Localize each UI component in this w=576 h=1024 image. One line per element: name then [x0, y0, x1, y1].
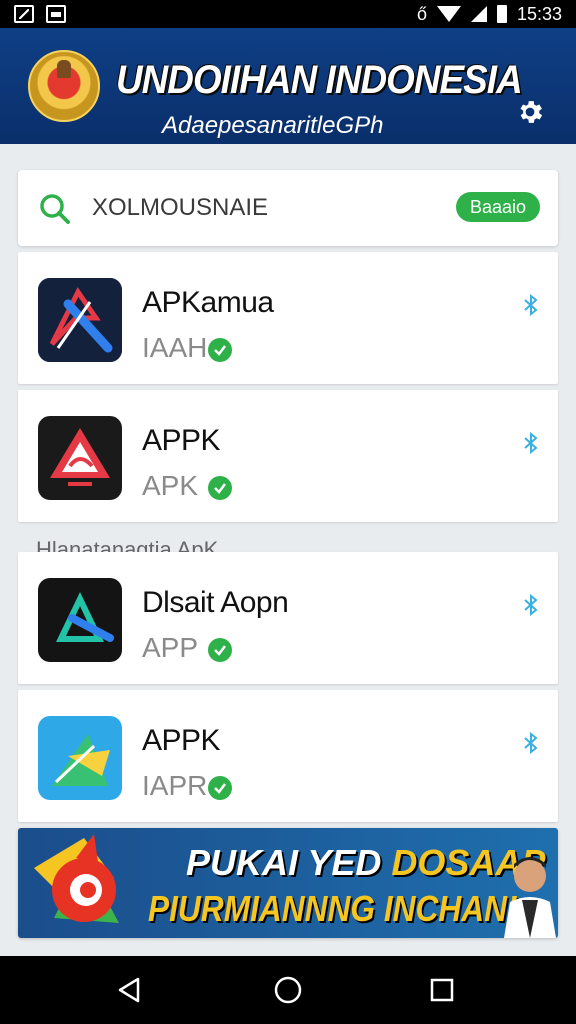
search-button[interactable]: Baaaio: [456, 192, 540, 222]
banner-headline: PUKAI YED DOSAAP: [186, 842, 546, 883]
home-button[interactable]: [272, 974, 304, 1006]
app-type: IAAH: [142, 332, 208, 363]
wifi-icon: [436, 6, 461, 22]
signal-icon: [470, 6, 487, 22]
notification-icon: [14, 5, 34, 23]
app-name: APKamua: [142, 286, 274, 319]
recents-button[interactable]: [426, 974, 458, 1006]
app-type: IAPR: [142, 770, 208, 801]
home-circle-icon: [274, 976, 302, 1004]
back-triangle-icon: [118, 977, 140, 1003]
recents-square-icon: [430, 978, 454, 1002]
app-icon: [38, 578, 122, 662]
person-photo: [504, 857, 556, 938]
back-button[interactable]: [114, 974, 146, 1006]
status-bar: ő 15:33: [0, 0, 576, 28]
app-icon: [38, 716, 122, 800]
banner-tagline: PIURMIANNNG INCHAN!: [148, 888, 518, 929]
garuda-emblem-logo: [28, 50, 100, 122]
app-type: APK: [142, 470, 199, 501]
verified-check-icon: [208, 476, 232, 500]
verified-check-icon: [208, 338, 232, 362]
app-name: APPK: [142, 424, 221, 457]
app-list-item[interactable]: Dlsait Aopn APP: [18, 552, 558, 684]
app-list-item[interactable]: APPK APK: [18, 390, 558, 522]
alarm-icon: ő: [416, 3, 427, 24]
app-list-item[interactable]: APKamua IAAH: [18, 252, 558, 384]
settings-button[interactable]: [512, 94, 548, 130]
clock: 15:33: [516, 3, 562, 24]
app-subtitle: AdaepesanaritleGPh: [162, 112, 384, 139]
verified-check-icon: [208, 638, 232, 662]
app-icon: [38, 416, 122, 500]
verified-check-icon: [208, 776, 232, 800]
search-bar: Baaaio: [18, 170, 558, 246]
app-icon: [38, 278, 122, 362]
app-header: UNDOIIHAN INDONESIA AdaepesanaritleGPh: [0, 28, 576, 144]
gallery-notification-icon: [46, 5, 66, 23]
mascot-illustration: [34, 834, 119, 923]
bluetooth-share-icon[interactable]: [522, 594, 540, 616]
navigation-bar: [0, 956, 576, 1024]
promo-banner[interactable]: PUKAI YED DOSAAP PIURMIANNNG INCHAN!: [18, 828, 558, 938]
gear-icon: [520, 101, 543, 123]
battery-icon: [496, 5, 507, 23]
app-type: APP: [142, 632, 199, 663]
app-name: Dlsait Aopn: [142, 586, 289, 619]
bluetooth-share-icon[interactable]: [522, 294, 540, 316]
bluetooth-share-icon[interactable]: [522, 432, 540, 454]
bluetooth-share-icon[interactable]: [522, 732, 540, 754]
app-list-item[interactable]: APPK IAPR: [18, 690, 558, 822]
app-title: UNDOIIHAN INDONESIA: [116, 58, 523, 102]
app-name: APPK: [142, 724, 221, 757]
search-input[interactable]: [92, 192, 392, 224]
search-icon[interactable]: [38, 192, 72, 226]
